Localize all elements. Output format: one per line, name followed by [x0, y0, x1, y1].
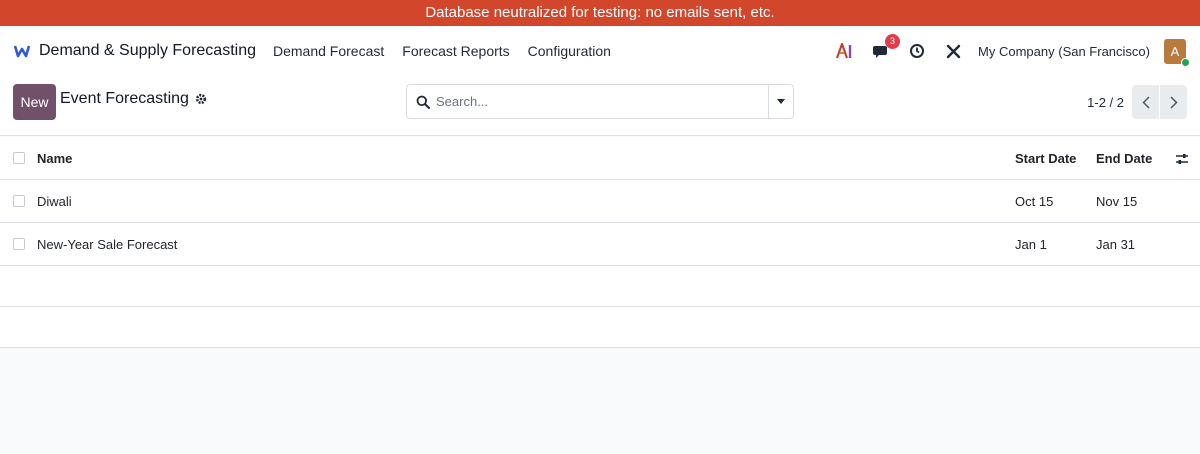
clock-icon[interactable]: [906, 40, 928, 62]
systray: 3 My Company (San Francisco) A: [834, 26, 1200, 76]
ai-icon[interactable]: [834, 40, 856, 62]
menu-configuration[interactable]: Configuration: [528, 43, 611, 59]
company-switcher[interactable]: My Company (San Francisco): [978, 44, 1150, 59]
search-input[interactable]: [436, 94, 756, 109]
table-header: Name Start Date End Date: [0, 137, 1200, 180]
chevron-left-icon: [1141, 95, 1150, 109]
select-all-checkbox[interactable]: [13, 152, 25, 164]
pager-next-button[interactable]: [1160, 85, 1187, 119]
messages-badge: 3: [885, 34, 901, 49]
table-row[interactable]: Diwali Oct 15 Nov 15: [0, 180, 1200, 223]
app-name[interactable]: Demand & Supply Forecasting: [39, 42, 256, 60]
app-logo-icon[interactable]: [13, 42, 31, 60]
page-title: Event Forecasting: [60, 90, 189, 107]
row-checkbox[interactable]: [13, 195, 25, 207]
list-view: Name Start Date End Date Diwali Oct 15 N…: [0, 137, 1200, 348]
empty-row: [0, 266, 1200, 307]
search-icon: [416, 95, 430, 109]
column-header-name[interactable]: Name: [37, 137, 72, 180]
menu-forecast-reports[interactable]: Forecast Reports: [402, 43, 509, 59]
row-checkbox[interactable]: [13, 238, 25, 250]
new-button[interactable]: New: [13, 84, 56, 120]
column-options-icon[interactable]: [1174, 151, 1190, 167]
cell-name: New-Year Sale Forecast: [37, 237, 178, 252]
cell-start-date: Oct 15: [1015, 194, 1054, 209]
menu-demand-forecast[interactable]: Demand Forecast: [273, 43, 384, 59]
presence-indicator: [1181, 57, 1190, 67]
pager-previous-button[interactable]: [1132, 85, 1159, 119]
pager: 1-2 / 2: [1087, 85, 1187, 119]
column-header-start-date[interactable]: Start Date: [1015, 137, 1076, 180]
top-navbar: Demand & Supply Forecasting Demand Forec…: [0, 26, 1200, 76]
neutralized-banner: Database neutralized for testing: no ema…: [0, 0, 1200, 26]
tools-icon[interactable]: [942, 40, 964, 62]
search-options-toggle[interactable]: [768, 85, 793, 118]
cell-end-date: Jan 31: [1096, 237, 1136, 252]
empty-row: [0, 307, 1200, 348]
user-avatar[interactable]: A: [1164, 38, 1190, 67]
table-row[interactable]: New-Year Sale Forecast Jan 1 Jan 31: [0, 223, 1200, 266]
avatar-letter: A: [1170, 43, 1180, 59]
cell-start-date: Jan 1: [1015, 237, 1047, 252]
breadcrumb: Event Forecasting: [60, 90, 207, 108]
pager-value[interactable]: 1-2 / 2: [1087, 95, 1124, 110]
chevron-right-icon: [1169, 95, 1178, 109]
gear-icon[interactable]: [195, 93, 207, 105]
column-header-end-date[interactable]: End Date: [1096, 137, 1152, 180]
caret-down-icon: [777, 99, 785, 104]
chat-icon[interactable]: 3: [870, 34, 901, 62]
cell-name: Diwali: [37, 194, 72, 209]
control-panel: New Event Forecasting 1-2 / 2: [0, 76, 1200, 136]
cell-end-date: Nov 15: [1096, 194, 1138, 209]
search-bar: [406, 84, 794, 119]
